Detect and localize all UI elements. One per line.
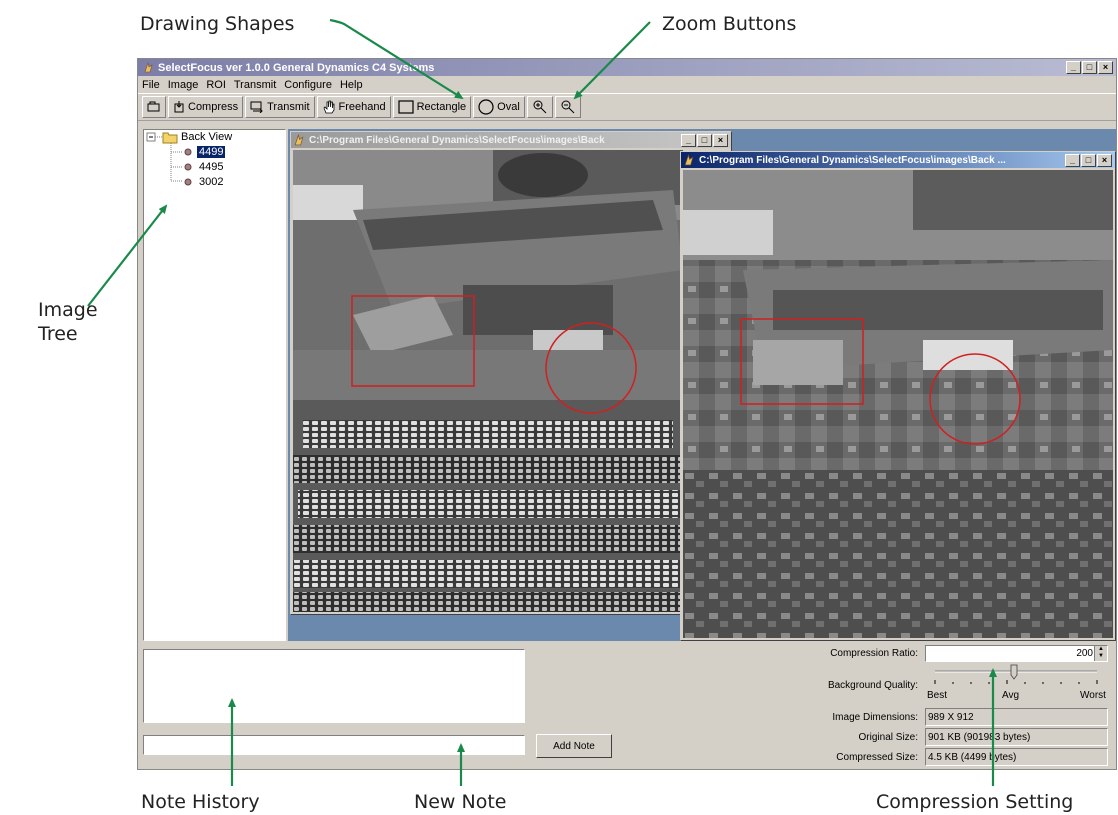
menu-configure[interactable]: Configure xyxy=(284,79,332,91)
app-title: SelectFocus ver 1.0.0 General Dynamics C… xyxy=(158,61,435,74)
menu-transmit[interactable]: Transmit xyxy=(234,79,276,91)
slider-worst-label: Worst xyxy=(1080,690,1106,701)
tree-item-4495[interactable]: 4495 xyxy=(183,160,225,174)
tree-item-label: 4495 xyxy=(199,161,224,173)
tree-item-4499[interactable]: 4499 xyxy=(183,145,226,159)
background-quality-label: Background Quality: xyxy=(827,680,918,691)
toolbar: Compress Transmit Freehand Rectangle Ova… xyxy=(138,93,1116,121)
tree-item-label: 3002 xyxy=(199,176,224,188)
note-history[interactable] xyxy=(143,649,525,723)
original-window-title: C:\Program Files\General Dynamics\Select… xyxy=(309,134,605,146)
callout-image-tree-line2: Tree xyxy=(38,323,78,345)
callout-note-history: Note History xyxy=(141,791,260,813)
window-logo-icon xyxy=(684,154,694,166)
menu-image[interactable]: Image xyxy=(168,79,199,91)
slider-thumb xyxy=(1010,664,1018,680)
window-logo-icon xyxy=(294,134,304,146)
minimize-button[interactable]: _ xyxy=(1066,61,1081,74)
compressed-image-window[interactable]: C:\Program Files\General Dynamics\Select… xyxy=(680,151,1116,641)
menu-file[interactable]: File xyxy=(142,79,160,91)
open-icon xyxy=(147,101,160,112)
open-button[interactable] xyxy=(142,96,166,118)
original-aerial-image[interactable] xyxy=(293,150,683,612)
compression-ratio-value: 200 xyxy=(1076,648,1093,659)
callout-drawing-shapes: Drawing Shapes xyxy=(140,13,295,35)
image-tree: Back View 4499 4495 3002 xyxy=(143,129,286,641)
hand-icon xyxy=(323,100,334,114)
transmit-button[interactable]: Transmit xyxy=(245,96,315,118)
freehand-label: Freehand xyxy=(338,101,386,113)
compressed-maximize-button[interactable]: □ xyxy=(1081,153,1096,167)
tree-item-label: 4499 xyxy=(197,146,226,158)
original-minimize-button[interactable]: _ xyxy=(681,133,696,147)
original-maximize-button[interactable]: □ xyxy=(697,133,712,147)
app-titlebar: SelectFocus ver 1.0.0 General Dynamics C… xyxy=(138,59,1116,76)
transmit-label: Transmit xyxy=(267,101,310,113)
tree-root[interactable]: Back View xyxy=(162,130,232,144)
node-icon xyxy=(184,163,192,171)
compressed-size-value: 4.5 KB (4499 bytes) xyxy=(925,748,1108,766)
callout-new-note: New Note xyxy=(414,791,507,813)
compress-icon xyxy=(174,101,184,113)
menu-bar: File Image ROI Transmit Configure Help xyxy=(138,76,1116,93)
oval-icon xyxy=(478,99,494,115)
callout-zoom-buttons: Zoom Buttons xyxy=(662,13,797,35)
original-size-label: Original Size: xyxy=(858,732,918,743)
app-logo-icon xyxy=(142,62,154,74)
callout-image-tree-line1: Image xyxy=(38,299,98,321)
zoom-in-button[interactable] xyxy=(526,96,553,118)
image-dimensions-label: Image Dimensions: xyxy=(832,712,918,723)
zoom-out-button[interactable] xyxy=(554,96,581,118)
slider-best-label: Best xyxy=(927,690,948,701)
callout-image-tree: Image Tree xyxy=(38,298,98,346)
image-dimensions-value: 989 X 912 xyxy=(925,708,1108,726)
compression-ratio-spinner[interactable]: 200 ▲ ▼ xyxy=(925,645,1108,662)
folder-icon xyxy=(162,132,178,143)
bottom-panel: Add Note Compression Ratio: 200 ▲ ▼ Backg… xyxy=(138,643,1116,769)
maximize-button[interactable]: □ xyxy=(1082,61,1097,74)
compress-button[interactable]: Compress xyxy=(168,96,244,118)
selectfocus-app-window: SelectFocus ver 1.0.0 General Dynamics C… xyxy=(137,58,1117,770)
compressed-window-title: C:\Program Files\General Dynamics\Select… xyxy=(699,154,1006,166)
freehand-button[interactable]: Freehand xyxy=(316,96,391,118)
oval-label: Oval xyxy=(497,101,520,113)
background-quality-slider[interactable]: Best Avg Worst xyxy=(925,664,1108,704)
compress-label: Compress xyxy=(188,101,239,113)
close-button[interactable]: × xyxy=(1098,61,1113,74)
menu-roi[interactable]: ROI xyxy=(206,79,226,91)
compressed-close-button[interactable]: × xyxy=(1097,153,1112,167)
slider-track xyxy=(934,664,1098,684)
oval-button[interactable]: Oval xyxy=(473,96,525,118)
zoom-in-icon xyxy=(533,100,547,114)
compressed-minimize-button[interactable]: _ xyxy=(1065,153,1080,167)
add-note-button[interactable]: Add Note xyxy=(536,734,612,758)
node-icon xyxy=(184,148,192,156)
callout-compression-setting: Compression Setting xyxy=(876,791,1074,813)
original-image-window[interactable]: C:\Program Files\General Dynamics\Select… xyxy=(290,131,732,615)
rectangle-button[interactable]: Rectangle xyxy=(392,96,472,118)
menu-help[interactable]: Help xyxy=(340,79,363,91)
image-workspace: C:\Program Files\General Dynamics\Select… xyxy=(288,129,1116,641)
compression-ratio-label: Compression Ratio: xyxy=(830,648,918,659)
original-size-value: 901 KB (901983 bytes) xyxy=(925,728,1108,746)
zoom-out-icon xyxy=(561,100,575,114)
compressed-aerial-image[interactable] xyxy=(683,170,1113,638)
new-note-input[interactable] xyxy=(143,735,525,755)
tree-item-3002[interactable]: 3002 xyxy=(183,175,225,189)
rectangle-label: Rectangle xyxy=(416,101,467,113)
slider-avg-label: Avg xyxy=(1002,690,1020,701)
compressed-size-label: Compressed Size: xyxy=(836,752,918,763)
node-icon xyxy=(184,178,192,186)
rectangle-icon xyxy=(397,100,414,114)
tree-root-label: Back View xyxy=(181,131,233,143)
original-close-button[interactable]: × xyxy=(713,133,728,147)
transmit-icon xyxy=(250,101,263,113)
spinner-arrows[interactable]: ▲ ▼ xyxy=(1094,646,1107,661)
